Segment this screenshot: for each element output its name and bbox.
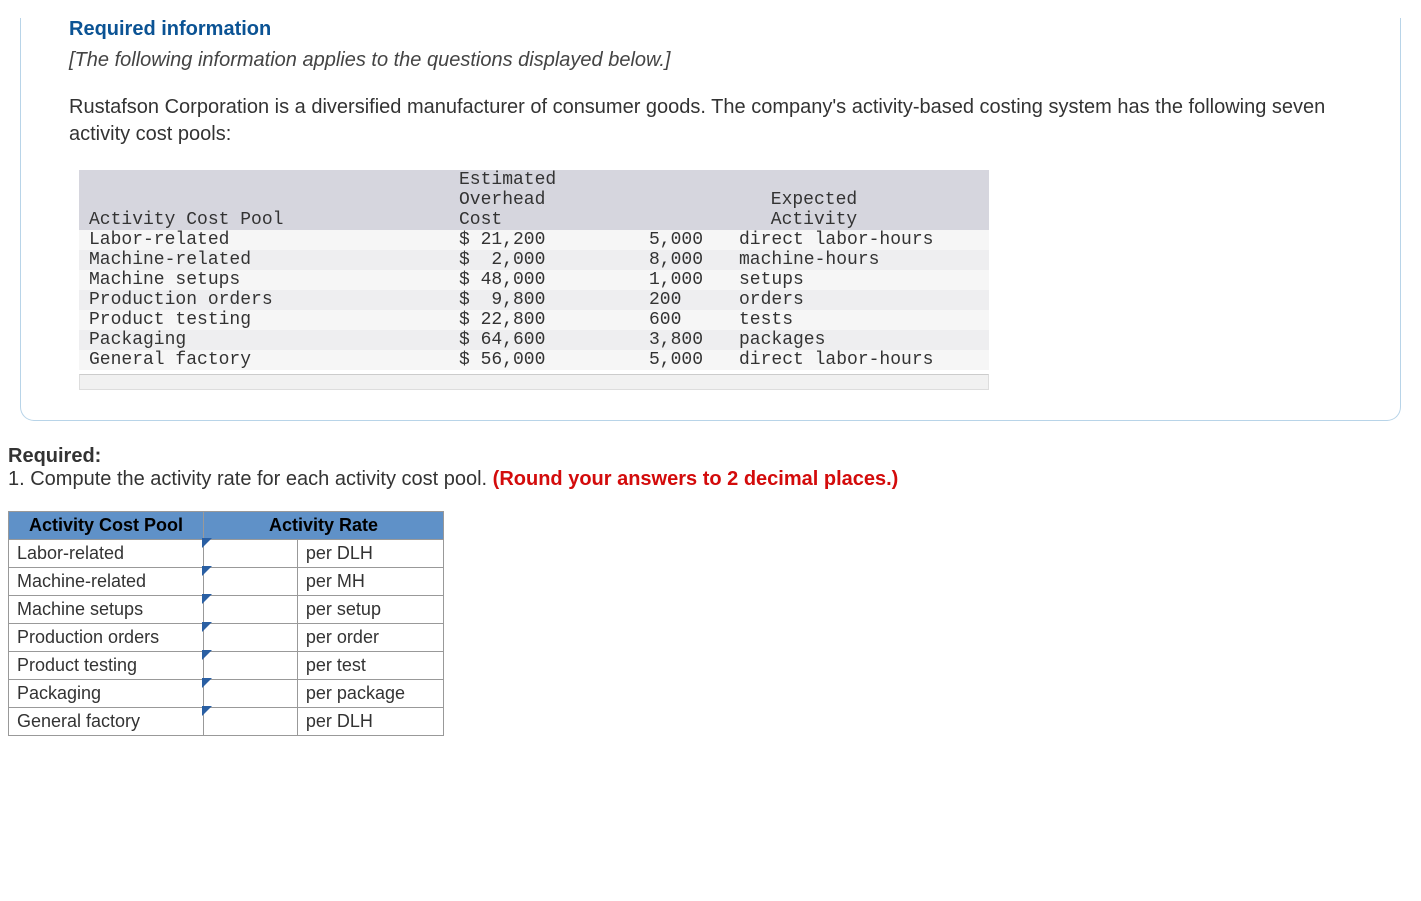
rate-unit: per order [297, 624, 443, 652]
activity-rate-input[interactable] [204, 624, 298, 652]
answer-pool: Production orders [9, 624, 204, 652]
activity-qty: 1,000 [639, 270, 729, 290]
table-row: Product testing per test [9, 652, 444, 680]
activity-qty: 5,000 [639, 350, 729, 370]
info-note: [The following information applies to th… [69, 49, 1352, 72]
activity-qty: 5,000 [639, 230, 729, 250]
rate-unit: per package [297, 680, 443, 708]
pool-name: Labor-related [79, 230, 449, 250]
pool-name: Production orders [79, 290, 449, 310]
cost-pool-table: Estimated Overhead Expected Activity Cos… [79, 170, 989, 370]
required-info-heading: Required information [69, 18, 1352, 41]
answer-pool: General factory [9, 708, 204, 736]
rate-unit: per DLH [297, 708, 443, 736]
activity-unit: tests [729, 310, 989, 330]
required-block: Required: 1. Compute the activity rate f… [0, 445, 1421, 736]
overhead-cost: $ 22,800 [449, 310, 639, 330]
table-row: General factory$ 56,0005,000direct labor… [79, 350, 989, 370]
table-row: Machine-related$ 2,0008,000machine-hours [79, 250, 989, 270]
cost-pool-data-block: Estimated Overhead Expected Activity Cos… [79, 170, 989, 390]
answer-pool: Machine setups [9, 596, 204, 624]
table-row: Machine setups per setup [9, 596, 444, 624]
activity-rate-input[interactable] [204, 680, 298, 708]
info-card: Required information [The following info… [20, 18, 1401, 421]
table-row: Product testing$ 22,800600tests [79, 310, 989, 330]
answer-pool: Machine-related [9, 568, 204, 596]
activity-unit: direct labor-hours [729, 350, 989, 370]
table-row: Labor-related per DLH [9, 540, 444, 568]
activity-rate-answer-table: Activity Cost Pool Activity Rate Labor-r… [8, 511, 444, 736]
overhead-cost: $ 56,000 [449, 350, 639, 370]
activity-unit: machine-hours [729, 250, 989, 270]
table-row: Production orders$ 9,800200orders [79, 290, 989, 310]
overhead-cost: $ 48,000 [449, 270, 639, 290]
activity-qty: 3,800 [639, 330, 729, 350]
table-row: Production orders per order [9, 624, 444, 652]
cost-header-l3: Cost [449, 210, 639, 230]
activity-qty: 200 [639, 290, 729, 310]
activity-unit: setups [729, 270, 989, 290]
required-label: Required: [8, 445, 1413, 468]
answer-header-pool: Activity Cost Pool [9, 512, 204, 540]
overhead-cost: $ 9,800 [449, 290, 639, 310]
question-1-instruction: (Round your answers to 2 decimal places.… [493, 468, 899, 490]
answer-pool: Packaging [9, 680, 204, 708]
activity-rate-input[interactable] [204, 708, 298, 736]
question-1: 1. Compute the activity rate for each ac… [8, 468, 1413, 491]
question-1-text: 1. Compute the activity rate for each ac… [8, 468, 493, 490]
activity-rate-input[interactable] [204, 652, 298, 680]
activity-rate-input[interactable] [204, 596, 298, 624]
rate-unit: per test [297, 652, 443, 680]
activity-unit: direct labor-hours [729, 230, 989, 250]
activity-qty: 8,000 [639, 250, 729, 270]
activity-rate-input[interactable] [204, 568, 298, 596]
table-row: Labor-related$ 21,2005,000direct labor-h… [79, 230, 989, 250]
activity-unit: orders [729, 290, 989, 310]
table-row: Machine setups$ 48,0001,000setups [79, 270, 989, 290]
pool-name: Machine-related [79, 250, 449, 270]
answer-header-rate: Activity Rate [204, 512, 444, 540]
answer-pool: Product testing [9, 652, 204, 680]
cost-header-l1: Estimated [449, 170, 639, 190]
activity-header-l1: Expected [639, 190, 989, 210]
table-row: Machine-related per MH [9, 568, 444, 596]
activity-header-l2: Activity [639, 210, 989, 230]
pool-name: Packaging [79, 330, 449, 350]
overhead-cost: $ 2,000 [449, 250, 639, 270]
cost-header-l2: Overhead [449, 190, 639, 210]
overhead-cost: $ 64,600 [449, 330, 639, 350]
activity-unit: packages [729, 330, 989, 350]
info-body: Rustafson Corporation is a diversified m… [69, 94, 1352, 148]
activity-qty: 600 [639, 310, 729, 330]
rate-unit: per MH [297, 568, 443, 596]
pool-name: Machine setups [79, 270, 449, 290]
activity-rate-input[interactable] [204, 540, 298, 568]
overhead-cost: $ 21,200 [449, 230, 639, 250]
table-row: Packaging per package [9, 680, 444, 708]
rate-unit: per setup [297, 596, 443, 624]
table-row: Packaging$ 64,6003,800packages [79, 330, 989, 350]
table-row: General factory per DLH [9, 708, 444, 736]
horizontal-scrollbar[interactable] [79, 374, 989, 390]
answer-pool: Labor-related [9, 540, 204, 568]
pool-name: General factory [79, 350, 449, 370]
pool-name: Product testing [79, 310, 449, 330]
rate-unit: per DLH [297, 540, 443, 568]
pool-header: Activity Cost Pool [79, 210, 449, 230]
